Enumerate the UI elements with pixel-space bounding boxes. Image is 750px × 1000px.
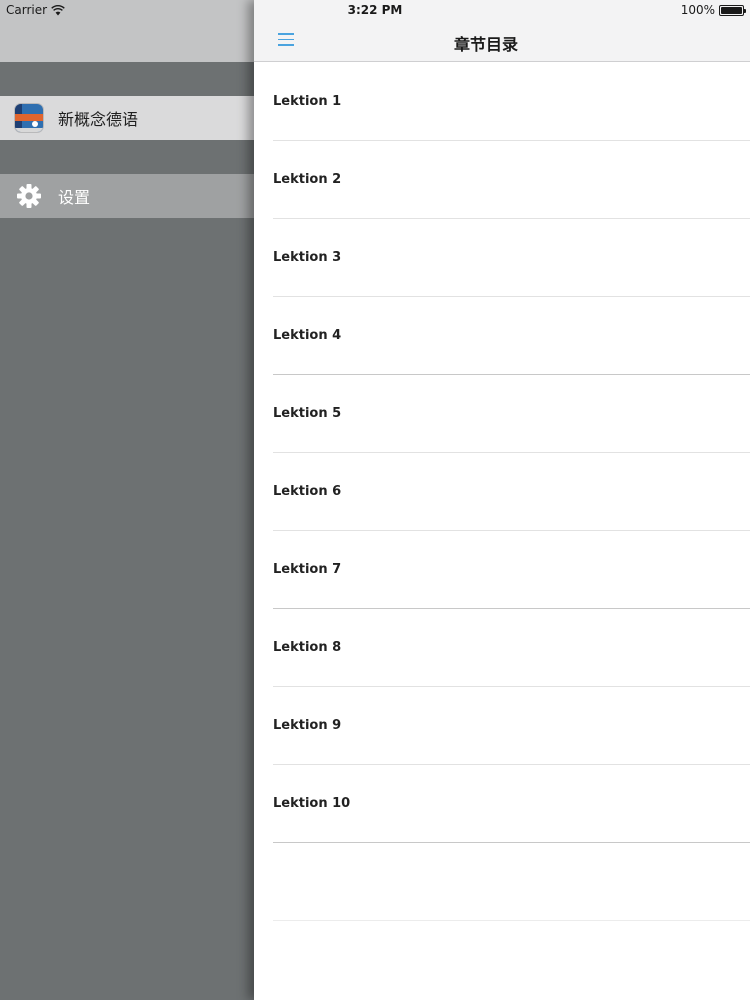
lesson-row[interactable]: Lektion 2: [273, 141, 750, 219]
menu-item-label: 设置: [58, 188, 91, 207]
battery-indicator: 100%: [680, 3, 746, 17]
page-title: 章节目录: [454, 35, 519, 54]
lesson-label: Lektion 1: [273, 94, 342, 109]
lesson-row[interactable]: Lektion 9: [273, 687, 750, 765]
lesson-row[interactable]: Lektion 10: [273, 765, 750, 843]
lesson-label: Lektion 2: [273, 172, 342, 187]
lesson-label: Lektion 10: [273, 796, 351, 811]
battery-percent: 100%: [680, 3, 715, 17]
status-bar: Carrier 3:22 PM 100%: [0, 0, 750, 20]
lesson-label: Lektion 4: [273, 328, 342, 343]
battery-fill: [721, 6, 742, 14]
lesson-row[interactable]: Lektion 1: [273, 63, 750, 141]
gear-icon: [17, 184, 41, 208]
hamburger-menu-icon[interactable]: [278, 33, 294, 46]
lesson-row[interactable]: Lektion 4: [273, 297, 750, 375]
status-time: 3:22 PM: [347, 3, 403, 17]
lesson-label: Lektion 5: [273, 406, 342, 421]
empty-row: [273, 843, 750, 921]
menu-item-label: 新概念德语: [58, 110, 139, 129]
side-menu: 新概念德语 设置: [0, 0, 254, 1000]
lesson-label: Lektion 3: [273, 250, 342, 265]
lesson-row[interactable]: Lektion 5: [273, 375, 750, 453]
lesson-label: Lektion 9: [273, 718, 342, 733]
lesson-row[interactable]: Lektion 3: [273, 219, 750, 297]
lesson-row[interactable]: Lektion 7: [273, 531, 750, 609]
book-app-icon: [15, 104, 43, 132]
menu-item-new-concept-german[interactable]: 新概念德语: [0, 96, 254, 140]
battery-icon: [719, 4, 746, 16]
lesson-label: Lektion 6: [273, 484, 342, 499]
lesson-row[interactable]: Lektion 8: [273, 609, 750, 687]
lesson-row[interactable]: Lektion 6: [273, 453, 750, 531]
lesson-label: Lektion 7: [273, 562, 342, 577]
chapter-list-panel: 章节目录 Lektion 1 Lektion 2 Lektion 3 Lekti…: [254, 0, 750, 1000]
menu-item-settings[interactable]: 设置: [0, 174, 254, 218]
lesson-list: Lektion 1 Lektion 2 Lektion 3 Lektion 4 …: [254, 63, 750, 1000]
lesson-label: Lektion 8: [273, 640, 342, 655]
